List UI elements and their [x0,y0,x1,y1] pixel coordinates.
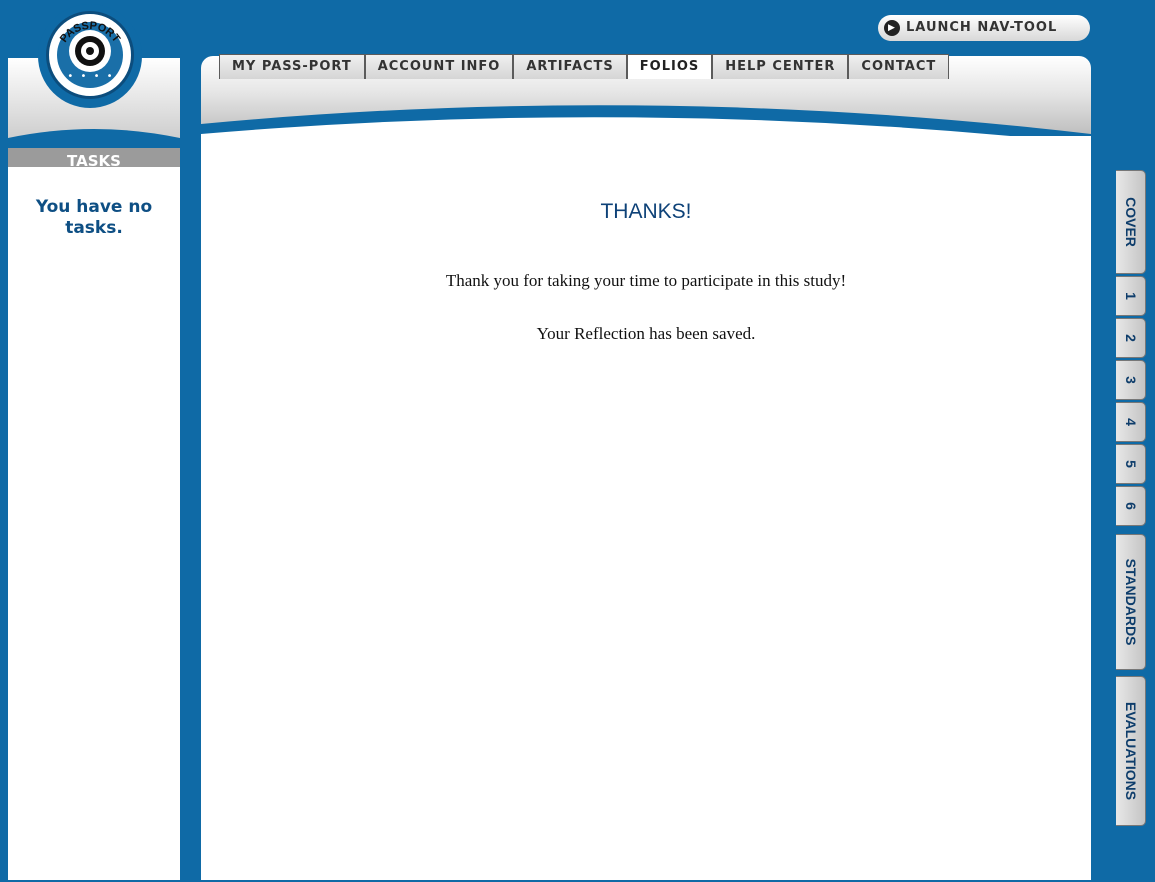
play-icon: ▶ [884,20,900,36]
launch-nav-tool-label: LAUNCH NAV-TOOL [906,20,1058,35]
tab-folios[interactable]: FOLIOS [626,54,713,79]
side-tab-5-label: 5 [1122,460,1139,468]
side-tab-cover[interactable]: COVER [1116,170,1146,274]
main-nav: MY PASS-PORT ACCOUNT INFO ARTIFACTS FOLI… [219,54,950,80]
tasks-empty-label: You have no tasks. [35,197,153,238]
tasks-panel: You have no tasks. [8,167,180,880]
side-tab-cover-label: COVER [1122,197,1139,247]
side-tab-4-label: 4 [1122,418,1139,426]
header-wave [201,105,1091,136]
svg-text:PASSPORT: PASSPORT [58,20,123,45]
logo-wordmark: PASSPORT [58,20,123,45]
side-tab-6[interactable]: 6 [1116,486,1146,526]
passport-logo[interactable]: • • • • PASSPORT [46,11,134,99]
thanks-message: Thank you for taking your time to partic… [445,271,847,290]
side-tab-6-label: 6 [1122,502,1139,510]
main-content [201,136,1091,880]
side-tab-standards-label: STANDARDS [1122,558,1139,646]
sidebar-curve [8,129,180,148]
side-tab-1-label: 1 [1122,292,1139,300]
side-tab-5[interactable]: 5 [1116,444,1146,484]
side-tab-2[interactable]: 2 [1116,318,1146,358]
tasks-header: TASKS [8,148,180,167]
logo-text: PASSPORT [58,20,123,45]
launch-nav-tool-button[interactable]: ▶ LAUNCH NAV-TOOL [878,15,1090,41]
saved-message: Your Reflection has been saved. [536,324,756,343]
side-tab-2-label: 2 [1122,334,1139,342]
side-tab-4[interactable]: 4 [1116,402,1146,442]
page-title: THANKS! [600,200,692,223]
side-tab-evaluations-label: EVALUATIONS [1122,701,1139,801]
tab-my-pass-port[interactable]: MY PASS-PORT [219,54,365,79]
tab-help-center[interactable]: HELP CENTER [712,54,849,79]
side-tab-3-label: 3 [1122,376,1139,384]
side-tab-evaluations[interactable]: EVALUATIONS [1116,676,1146,826]
side-tab-standards[interactable]: STANDARDS [1116,534,1146,670]
tab-contact[interactable]: CONTACT [848,54,950,79]
tasks-empty-text: You have no tasks. [8,197,180,239]
tab-artifacts[interactable]: ARTIFACTS [513,54,627,79]
tab-account-info[interactable]: ACCOUNT INFO [364,54,514,79]
side-tab-3[interactable]: 3 [1116,360,1146,400]
side-tab-1[interactable]: 1 [1116,276,1146,316]
